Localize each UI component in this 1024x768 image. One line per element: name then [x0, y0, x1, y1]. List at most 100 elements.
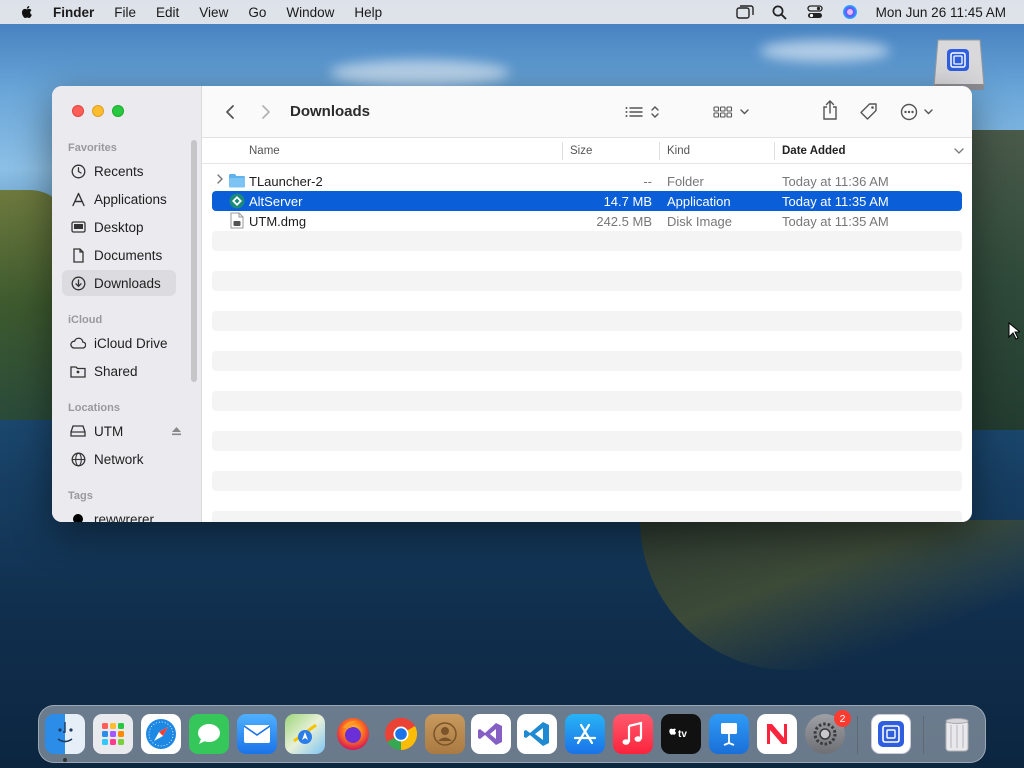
sort-chevron-icon[interactable]	[954, 146, 964, 158]
empty-row	[212, 351, 962, 371]
tags-button[interactable]	[858, 102, 880, 122]
sidebar-item-utm[interactable]: UTM	[62, 418, 186, 444]
music-icon[interactable]	[613, 714, 653, 754]
empty-row	[212, 471, 962, 491]
chrome-icon[interactable]	[381, 714, 421, 754]
empty-row	[212, 231, 962, 251]
close-button[interactable]	[72, 105, 84, 117]
apple-menu-icon[interactable]	[19, 4, 35, 20]
app-store-icon[interactable]	[565, 714, 605, 754]
column-divider[interactable]	[659, 142, 660, 160]
sidebar-item-desktop[interactable]: Desktop	[62, 214, 176, 240]
column-kind[interactable]: Kind	[667, 145, 690, 157]
disk-image-icon	[230, 212, 244, 232]
file-date-added: Today at 11:35 AM	[782, 214, 889, 229]
spotlight-search-icon[interactable]	[771, 4, 789, 20]
trash-icon[interactable]	[937, 714, 977, 754]
list-view-icon	[625, 106, 659, 118]
view-mode-button[interactable]	[622, 102, 662, 122]
sidebar: Favorites Recents Applications Desktop D…	[52, 86, 202, 522]
vscode-icon[interactable]	[517, 714, 557, 754]
file-kind: Disk Image	[667, 214, 733, 229]
menu-file[interactable]: File	[114, 5, 136, 20]
sidebar-item-downloads[interactable]: Downloads	[62, 270, 176, 296]
firefox-icon[interactable]	[333, 714, 373, 754]
siri-icon[interactable]	[841, 4, 859, 20]
file-list: Name Size Kind Date Added TLauncher-2 --…	[202, 138, 972, 522]
file-size: 14.7 MB	[603, 194, 652, 209]
maps-icon[interactable]	[285, 714, 325, 754]
disclosure-triangle-icon[interactable]	[216, 173, 224, 188]
back-button[interactable]	[222, 102, 238, 122]
applications-icon	[70, 191, 86, 207]
grid-icon	[713, 106, 749, 118]
share-button[interactable]	[820, 100, 840, 120]
menu-go[interactable]: Go	[248, 5, 266, 20]
svg-text:tv: tv	[678, 729, 687, 740]
sidebar-item-shared[interactable]: Shared	[62, 358, 176, 384]
launchpad-icon[interactable]	[93, 714, 133, 754]
news-icon[interactable]	[757, 714, 797, 754]
file-kind: Folder	[667, 174, 704, 189]
utm-app-icon[interactable]	[871, 714, 911, 754]
minimize-button[interactable]	[92, 105, 104, 117]
group-button[interactable]	[712, 102, 752, 122]
contacts-icon[interactable]	[425, 714, 465, 754]
sidebar-item-network[interactable]: Network	[62, 446, 176, 472]
sidebar-item-recents[interactable]: Recents	[62, 158, 176, 184]
finder-icon[interactable]	[45, 714, 85, 754]
file-name: TLauncher-2	[249, 174, 323, 189]
zoom-button[interactable]	[112, 105, 124, 117]
sidebar-scrollbar[interactable]	[191, 140, 197, 382]
toolbar: Downloads	[202, 86, 972, 138]
visual-studio-icon[interactable]	[471, 714, 511, 754]
system-preferences-icon[interactable]: 2	[805, 710, 851, 754]
table-row[interactable]: TLauncher-2 -- Folder Today at 11:36 AM	[212, 171, 962, 191]
file-kind: Application	[667, 194, 731, 209]
wallpaper-cloud	[760, 40, 890, 62]
file-date-added: Today at 11:35 AM	[782, 194, 889, 209]
column-date-added[interactable]: Date Added	[782, 145, 845, 157]
menu-help[interactable]: Help	[354, 5, 382, 20]
dock-separator	[923, 716, 924, 754]
menu-bar: Finder File Edit View Go Window Help Mon…	[0, 0, 1024, 24]
window-title: Downloads	[290, 103, 371, 120]
sidebar-item-label: UTM	[94, 423, 124, 439]
menu-app-name[interactable]: Finder	[53, 5, 94, 20]
column-name[interactable]: Name	[249, 145, 280, 157]
sidebar-item-tag[interactable]: rewwrerer	[62, 506, 176, 522]
safari-icon[interactable]	[141, 714, 181, 754]
sidebar-item-documents[interactable]: Documents	[62, 242, 176, 268]
utm-drive-desktop-icon[interactable]	[930, 36, 988, 92]
control-center-icon[interactable]	[806, 4, 824, 20]
stage-manager-icon[interactable]	[735, 4, 754, 20]
sidebar-item-label: Shared	[94, 363, 138, 379]
messages-icon[interactable]	[189, 714, 229, 754]
column-divider[interactable]	[562, 142, 563, 160]
menu-edit[interactable]: Edit	[156, 5, 179, 20]
file-date-added: Today at 11:36 AM	[782, 174, 889, 189]
wallpaper-coast	[640, 520, 1024, 670]
sidebar-item-icloud-drive[interactable]: iCloud Drive	[62, 330, 176, 356]
column-size[interactable]: Size	[570, 145, 592, 157]
share-icon	[823, 100, 837, 120]
column-divider[interactable]	[774, 142, 775, 160]
table-row-selected[interactable]: AltServer 14.7 MB Application Today at 1…	[212, 191, 962, 211]
table-row[interactable]: UTM.dmg 242.5 MB Disk Image Today at 11:…	[212, 211, 962, 231]
chevron-left-icon	[226, 105, 234, 119]
keynote-icon[interactable]	[709, 714, 749, 754]
apple-tv-icon[interactable]: tv	[661, 714, 701, 754]
action-button[interactable]	[898, 102, 938, 122]
chevron-right-icon	[262, 105, 270, 119]
empty-row	[212, 391, 962, 411]
menu-window[interactable]: Window	[286, 5, 334, 20]
sidebar-item-applications[interactable]: Applications	[62, 186, 176, 212]
forward-button[interactable]	[258, 102, 274, 122]
eject-icon[interactable]	[171, 424, 182, 439]
empty-row	[212, 271, 962, 291]
mail-icon[interactable]	[237, 714, 277, 754]
sidebar-item-label: Recents	[94, 163, 144, 179]
menu-clock[interactable]: Mon Jun 26 11:45 AM	[876, 5, 1006, 20]
menu-view[interactable]: View	[199, 5, 228, 20]
empty-row	[212, 311, 962, 331]
